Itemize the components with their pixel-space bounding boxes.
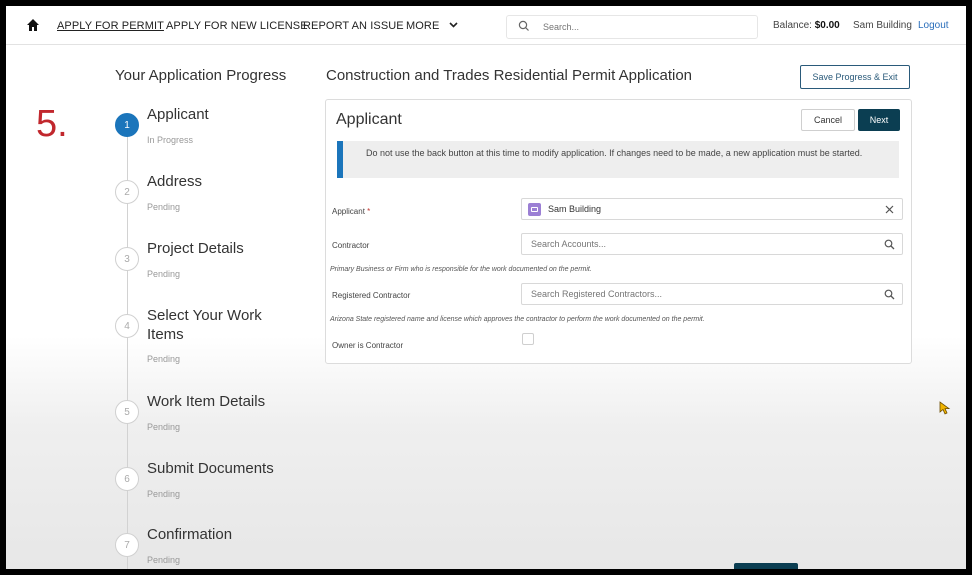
step-title: Confirmation — [147, 526, 233, 543]
contact-card-icon — [528, 203, 541, 216]
mouse-cursor-icon — [939, 401, 951, 415]
notice-accent-bar — [337, 141, 343, 178]
step-status: Pending — [147, 354, 181, 364]
search-input[interactable] — [541, 18, 745, 36]
contractor-help-text: Primary Business or Firm who is responsi… — [330, 266, 592, 273]
notice-text: Do not use the back button at this time … — [366, 148, 863, 158]
logout-link[interactable]: Logout — [918, 20, 949, 31]
step-status: Pending — [147, 489, 181, 499]
step-status: Pending — [147, 202, 181, 212]
step-title: Address — [147, 173, 203, 190]
progress-title: Your Application Progress — [115, 67, 287, 84]
step-status: Pending — [147, 269, 181, 279]
search-box[interactable] — [506, 15, 758, 39]
step-number: 5 — [115, 400, 139, 424]
nav-report-an-issue[interactable]: REPORT AN ISSUE — [303, 20, 404, 32]
clear-icon[interactable] — [884, 204, 895, 215]
nav-more[interactable]: MORE — [406, 20, 458, 32]
nav-apply-for-new-license[interactable]: APPLY FOR NEW LICENSE — [166, 20, 308, 32]
step-number: 2 — [115, 180, 139, 204]
step-title: Applicant — [147, 106, 209, 123]
balance-value: $0.00 — [814, 20, 840, 31]
step-number: 3 — [115, 247, 139, 271]
registered-contractor-label: Registered Contractor — [332, 291, 411, 300]
step-title: Select Your Work Items — [147, 307, 262, 343]
step-number: 6 — [115, 467, 139, 491]
bottom-edge-button[interactable] — [734, 563, 798, 569]
top-nav: APPLY FOR PERMIT APPLY FOR NEW LICENSE R… — [6, 6, 966, 45]
contractor-label: Contractor — [332, 241, 370, 250]
step-title: Project Details — [147, 240, 244, 257]
registered-contractor-search-input[interactable] — [531, 287, 861, 301]
nav-more-label: MORE — [406, 20, 440, 32]
applicant-selected-value: Sam Building — [548, 204, 602, 214]
page-title: Construction and Trades Residential Perm… — [326, 67, 693, 84]
cancel-button[interactable]: Cancel — [801, 109, 855, 131]
step-title: Work Item Details — [147, 393, 266, 410]
step-number: 4 — [115, 314, 139, 338]
save-progress-exit-button[interactable]: Save Progress & Exit — [800, 65, 910, 89]
owner-is-contractor-label: Owner is Contractor — [332, 341, 404, 350]
nav-apply-for-permit[interactable]: APPLY FOR PERMIT — [57, 20, 164, 32]
chevron-down-icon — [448, 22, 458, 28]
balance-label: Balance: — [773, 20, 812, 31]
registered-contractor-field[interactable] — [521, 283, 903, 305]
applicant-label-text: Applicant — [332, 207, 365, 216]
required-marker: * — [367, 207, 371, 216]
search-icon[interactable] — [884, 289, 895, 300]
next-button[interactable]: Next — [858, 109, 900, 131]
applicant-label: Applicant * — [332, 207, 370, 216]
step-status: In Progress — [147, 135, 194, 145]
step-number: 1 — [115, 113, 139, 137]
home-icon[interactable] — [26, 18, 40, 32]
screen: APPLY FOR PERMIT APPLY FOR NEW LICENSE R… — [6, 6, 966, 569]
search-icon — [518, 20, 529, 31]
step-title: Submit Documents — [147, 460, 274, 477]
notice-banner: Do not use the back button at this time … — [337, 141, 899, 178]
user-name[interactable]: Sam Building — [853, 20, 912, 31]
search-icon[interactable] — [884, 239, 895, 250]
card-title: Applicant — [336, 111, 402, 128]
applicant-field[interactable]: Sam Building — [521, 198, 903, 220]
step-number: 7 — [115, 533, 139, 557]
contractor-search-input[interactable] — [531, 237, 861, 251]
contractor-field[interactable] — [521, 233, 903, 255]
owner-is-contractor-checkbox[interactable] — [522, 333, 534, 345]
registered-contractor-help-text: Arizona State registered name and licens… — [330, 316, 705, 323]
step-status: Pending — [147, 555, 181, 565]
step-marker: 5. — [36, 103, 68, 145]
step-status: Pending — [147, 422, 181, 432]
applicant-card: Applicant Cancel Next Do not use the bac… — [325, 99, 912, 364]
balance: Balance: $0.00 — [773, 20, 840, 31]
